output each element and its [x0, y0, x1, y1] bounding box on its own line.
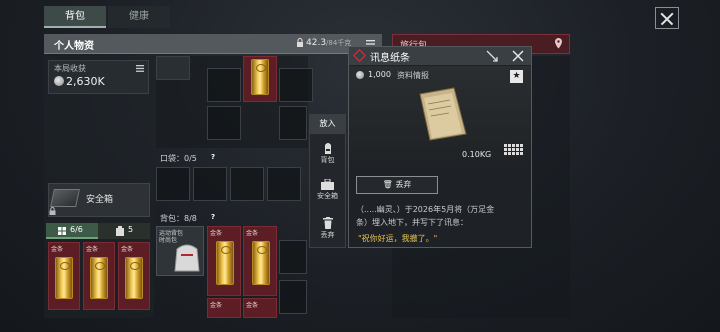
counter-left: 6/6 — [70, 225, 83, 234]
gold-bar-item[interactable]: 金条 — [207, 226, 241, 296]
popup-title: 讯息纸条 — [370, 53, 410, 64]
grid-icon — [58, 227, 66, 235]
move-to-safe-button[interactable]: 安全箱 — [309, 176, 346, 208]
discard-action-button[interactable]: 丢弃 — [309, 214, 346, 246]
lock-icon — [297, 38, 303, 47]
storage-slot[interactable] — [279, 106, 307, 140]
gold-bar-item[interactable]: 金条 — [243, 226, 277, 296]
favorite-star-icon[interactable]: ★ — [510, 70, 523, 83]
menu-icon[interactable] — [136, 65, 144, 72]
tab-health[interactable]: 健康 — [108, 6, 170, 28]
counter-right: 5 — [128, 225, 134, 234]
help-icon[interactable]: ? — [211, 153, 215, 161]
gold-bar-item[interactable]: 金条 — [207, 298, 241, 318]
backpack-item[interactable]: 运动背包 时尚包 — [156, 226, 204, 276]
pocket-slot[interactable] — [193, 167, 227, 201]
trash-icon: 🗑 — [382, 180, 396, 189]
gold-bar-item[interactable]: 金条 — [83, 242, 115, 310]
pocket-slot[interactable] — [156, 167, 190, 201]
storage-slot[interactable] — [207, 68, 241, 102]
storage-slot[interactable] — [207, 106, 241, 140]
weight-value: 42.3/84千克 — [306, 38, 352, 48]
coin-icon — [356, 71, 364, 79]
backpack-icon — [324, 143, 331, 154]
tab-backpack[interactable]: 背包 — [44, 6, 106, 28]
note-paper-image — [419, 87, 467, 141]
gold-bar-item[interactable] — [243, 56, 277, 102]
discard-button[interactable]: 🗑 丢弃 — [356, 176, 438, 194]
help-icon[interactable]: ? — [211, 213, 215, 221]
lock-icon — [49, 207, 56, 215]
bag-label: 背包：8/8 — [160, 214, 197, 223]
close-icon[interactable] — [512, 50, 524, 62]
trash-icon — [322, 217, 333, 229]
income-value: 2,630K — [66, 75, 105, 88]
pin-icon[interactable] — [554, 38, 563, 49]
briefcase-icon — [321, 179, 334, 190]
storage-slot[interactable] — [156, 56, 190, 80]
close-icon[interactable] — [655, 7, 679, 29]
safe-box-image — [50, 189, 80, 207]
bag-slot[interactable] — [279, 280, 307, 314]
coin-icon — [54, 76, 64, 86]
bag-slot[interactable] — [279, 240, 307, 274]
collapse-icon[interactable] — [486, 50, 498, 62]
gold-bar-item[interactable]: 金条 — [243, 298, 277, 318]
pocket-label: 口袋：0/5 — [160, 154, 197, 163]
income-label: 本局收获 — [54, 64, 86, 73]
item-weight: 0.10KG — [462, 150, 492, 159]
grid-size-icon — [504, 144, 523, 155]
item-quote: "祝你好运，我撤了。" — [358, 234, 438, 243]
pocket-slot[interactable] — [230, 167, 264, 201]
personal-title: 个人物资 — [54, 41, 94, 52]
put-in-button[interactable]: 放入 — [309, 114, 346, 134]
gold-bar-item[interactable]: 金条 — [118, 242, 150, 310]
safe-box-label: 安全箱 — [86, 195, 114, 205]
box-icon — [116, 226, 124, 236]
storage-slot[interactable] — [279, 68, 313, 102]
item-description: （.....幽灵、）于2026年5月将（万足金 条）埋入地下，并写下了讯息： — [356, 205, 495, 227]
item-category: 资料情报 — [397, 71, 429, 80]
item-price: 1,000 — [368, 70, 391, 79]
pocket-slot[interactable] — [267, 167, 301, 201]
gold-bar-item[interactable]: 金条 — [48, 242, 80, 310]
move-to-bag-button[interactable]: 背包 — [309, 138, 346, 170]
